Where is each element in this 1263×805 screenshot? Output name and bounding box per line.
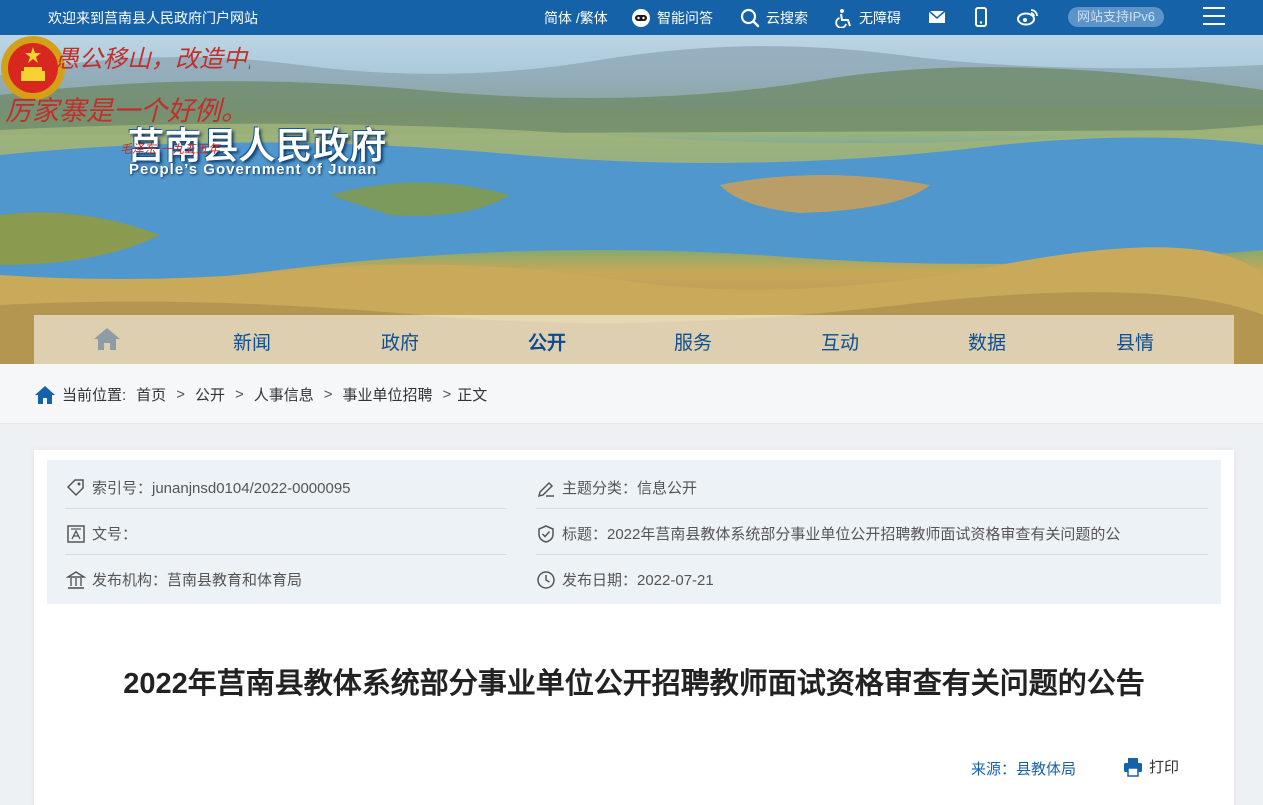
wheelchair-icon <box>835 9 851 28</box>
ai-qa-link[interactable]: 智能问答 <box>631 8 713 28</box>
document-icon <box>67 524 85 543</box>
ipv6-badge: 网站支持IPv6 <box>1068 7 1164 27</box>
article-title: 2022年莒南县教体系统部分事业单位公开招聘教师面试资格审查有关问题的公告 <box>123 668 1145 700</box>
mobile-icon <box>975 7 987 27</box>
calligraphy-inscription: 愚公移山，改造中国， 厉家寨是一个好例。 毛泽东 一九五五年 <box>5 45 250 156</box>
calligraphy-line-2: 厉家寨是一个好例。 <box>5 96 248 127</box>
meta-divider <box>536 508 1208 509</box>
cloud-search-label: 云搜索 <box>766 10 808 26</box>
calligraphy-line-1: 愚公移山，改造中国， <box>55 45 250 73</box>
print-button[interactable]: 打印 <box>1123 756 1179 777</box>
meta-doc-no-text: 文号： <box>92 526 138 543</box>
meta-divider <box>536 554 1208 555</box>
meta-index-no: 索引号：junanjnsd0104/2022-0000095 <box>66 477 351 498</box>
article-source: 来源：县教体局 <box>971 761 1077 778</box>
breadcrumb-home[interactable]: 首页 <box>136 384 166 405</box>
mobile-link[interactable] <box>975 7 987 27</box>
printer-icon <box>1124 757 1142 777</box>
accessibility-label: 无障碍 <box>859 10 901 26</box>
menu-button[interactable] <box>1203 7 1225 27</box>
menu-line <box>1203 15 1225 17</box>
breadcrumb-separator: > <box>234 386 244 403</box>
tag-icon <box>66 478 84 496</box>
print-label: 打印 <box>1149 759 1180 776</box>
welcome-text: 欢迎来到莒南县人民政府门户网站 <box>48 10 258 26</box>
meta-category-text: 主题分类：信息公开 <box>562 480 698 497</box>
weibo-icon <box>1017 9 1038 26</box>
article-meta-panel: 索引号：junanjnsd0104/2022-0000095 主题分类：信息公开… <box>47 460 1221 604</box>
main-nav: 新闻 政府 公开 服务 互动 数据 县情 <box>34 315 1234 364</box>
mail-icon <box>928 10 946 23</box>
menu-line <box>1203 23 1225 25</box>
meta-divider <box>65 554 507 555</box>
cloud-search-link[interactable]: 云搜索 <box>740 8 808 28</box>
top-bar: 欢迎来到莒南县人民政府门户网站 简体 /繁体 智能问答 云搜索 无障碍 网站支持… <box>0 0 1263 35</box>
ai-qa-label: 智能问答 <box>657 10 713 26</box>
mail-link[interactable] <box>928 10 946 24</box>
meta-category: 主题分类：信息公开 <box>536 477 697 498</box>
accessibility-link[interactable]: 无障碍 <box>835 8 901 28</box>
article-card: 索引号：junanjnsd0104/2022-0000095 主题分类：信息公开… <box>34 450 1234 805</box>
meta-publisher-text: 发布机构：莒南县教育和体育局 <box>92 572 303 589</box>
meta-publish-date: 发布日期：2022-07-21 <box>536 569 714 590</box>
meta-title-text: 标题：2022年莒南县教体系统部分事业单位公开招聘教师面试资格审查有关问题的公 <box>562 526 1121 543</box>
breadcrumb-bar: 当前位置: 首页 > 公开 > 人事信息 > 事业单位招聘 > 正文 <box>0 364 1263 424</box>
nav-openness[interactable]: 公开 <box>528 328 566 355</box>
nav-services[interactable]: 服务 <box>674 328 712 355</box>
menu-line <box>1203 7 1225 9</box>
nav-county-info[interactable]: 县情 <box>1116 328 1154 355</box>
nav-news[interactable]: 新闻 <box>233 328 271 355</box>
breadcrumb-personnel[interactable]: 人事信息 <box>254 384 314 405</box>
breadcrumb-label: 当前位置: <box>62 387 127 404</box>
institution-icon <box>66 570 86 589</box>
nav-data[interactable]: 数据 <box>968 328 1006 355</box>
breadcrumb: 当前位置: 首页 > 公开 > 人事信息 > 事业单位招聘 > 正文 <box>34 384 497 405</box>
home-icon <box>35 385 55 404</box>
meta-publish-date-text: 发布日期：2022-07-21 <box>562 572 714 589</box>
nav-government[interactable]: 政府 <box>381 328 419 355</box>
weibo-link[interactable] <box>1017 8 1039 26</box>
meta-title: 标题：2022年莒南县教体系统部分事业单位公开招聘教师面试资格审查有关问题的公 <box>536 523 1120 544</box>
language-switch[interactable]: 简体 /繁体 <box>544 8 608 28</box>
breadcrumb-current: 正文 <box>457 387 488 404</box>
calligraphy-signature: 毛泽东 一九五五年 <box>120 142 222 156</box>
meta-doc-no: 文号： <box>66 523 137 544</box>
breadcrumb-openness[interactable]: 公开 <box>195 384 225 405</box>
meta-divider <box>65 508 507 509</box>
clock-icon <box>537 570 555 589</box>
breadcrumb-recruitment[interactable]: 事业单位招聘 <box>343 384 433 405</box>
meta-publisher: 发布机构：莒南县教育和体育局 <box>66 569 302 590</box>
search-icon <box>740 8 760 28</box>
meta-index-no-text: 索引号：junanjnsd0104/2022-0000095 <box>92 480 351 497</box>
breadcrumb-separator: > <box>442 386 452 403</box>
home-icon[interactable] <box>92 326 122 352</box>
robot-icon <box>632 9 650 27</box>
breadcrumb-separator: > <box>176 386 185 403</box>
breadcrumb-separator: > <box>323 386 333 403</box>
shield-check-icon <box>538 524 554 543</box>
edit-icon <box>537 481 554 497</box>
nav-interaction[interactable]: 互动 <box>821 328 859 355</box>
